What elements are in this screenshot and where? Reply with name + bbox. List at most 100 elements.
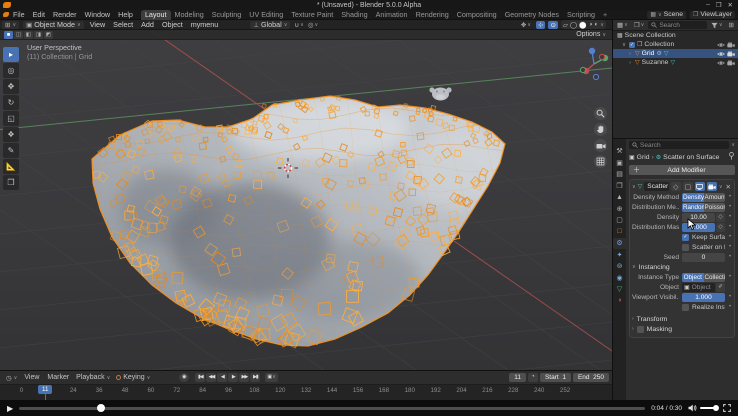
prev-keyframe-button[interactable]: ◀◀: [206, 373, 216, 382]
add-workspace-tab[interactable]: +: [599, 10, 611, 20]
hide-eye-icon[interactable]: [717, 51, 725, 57]
auto-keyframe-toggle[interactable]: ◉: [179, 373, 189, 382]
scene-selector[interactable]: ▦ ∨ Scene: [647, 11, 686, 19]
snap-magnet-toggle[interactable]: ∪∨: [292, 21, 305, 29]
edit-mode-toggle[interactable]: ◇: [671, 182, 681, 191]
select-mode-2[interactable]: ◧: [24, 31, 33, 39]
timeline-menu-view[interactable]: View: [20, 374, 43, 381]
decorator-dot[interactable]: •: [728, 234, 732, 240]
tool-rotate[interactable]: ↻: [3, 95, 19, 110]
workspace-tab-scripting[interactable]: Scripting: [563, 10, 599, 20]
decorator-dot[interactable]: •: [728, 274, 732, 280]
scatter-on-instances-checkbox[interactable]: [682, 244, 689, 251]
panel-collapse-caret[interactable]: ›: [632, 316, 634, 322]
camera-view-icon[interactable]: [594, 139, 607, 152]
shading-rendered-button[interactable]: ◐: [594, 21, 598, 28]
masking-header[interactable]: Masking: [647, 326, 672, 333]
navigation-gizmo[interactable]: [580, 48, 608, 80]
tool-add-cube[interactable]: ❒: [3, 175, 19, 190]
disable-render-camera-icon[interactable]: [727, 51, 735, 57]
workspace-tab-shading[interactable]: Shading: [337, 10, 371, 20]
xray-toggle[interactable]: ▱: [563, 21, 568, 29]
volume-slider[interactable]: [700, 407, 717, 410]
shading-material-button[interactable]: ◑: [588, 21, 592, 28]
pan-hand-icon[interactable]: [594, 123, 607, 136]
tool-select-box[interactable]: ▸: [3, 47, 19, 62]
decorator-dot[interactable]: •: [728, 244, 732, 250]
properties-tab-tool[interactable]: ⚒: [613, 146, 626, 157]
menu-file[interactable]: File: [9, 10, 29, 19]
panel-collapse-caret[interactable]: ›: [632, 326, 634, 332]
properties-tab-output[interactable]: ▤: [613, 169, 626, 180]
maximize-button[interactable]: ❐: [716, 1, 722, 9]
keying-popover[interactable]: Keying∨: [113, 374, 153, 381]
hide-eye-icon[interactable]: [717, 60, 725, 66]
workspace-tab-texture-paint[interactable]: Texture Paint: [287, 10, 337, 20]
play-button[interactable]: ▶: [228, 373, 238, 382]
keep-surface-checkbox[interactable]: ✓: [682, 234, 689, 241]
select-mode-4[interactable]: ◩: [44, 31, 53, 39]
workspace-tab-sculpting[interactable]: Sculpting: [208, 10, 246, 20]
select-mode-0[interactable]: ■: [4, 31, 13, 39]
viewport-menu-object[interactable]: Object: [158, 20, 187, 29]
workspace-tab-rendering[interactable]: Rendering: [412, 10, 453, 20]
frame-end-field[interactable]: End 250: [573, 373, 609, 382]
frame-start-field[interactable]: Start 1: [540, 373, 571, 382]
object-picker-field[interactable]: ▣ Object: [682, 283, 715, 292]
menu-window[interactable]: Window: [81, 10, 115, 19]
modifier-name-field[interactable]: Scatter on ...: [644, 182, 669, 191]
collection-filter-dropdown[interactable]: ❒∨: [632, 21, 647, 29]
transform-header[interactable]: Transform: [637, 316, 668, 323]
properties-tab-particles[interactable]: ✦: [613, 250, 626, 261]
timeline-menu-marker[interactable]: Marker: [43, 374, 73, 381]
proportional-edit-toggle[interactable]: ◎∨: [306, 21, 320, 29]
realtime-display-toggle[interactable]: [695, 182, 705, 191]
panel-collapse-caret[interactable]: ∨: [632, 264, 636, 270]
new-collection-button[interactable]: ⊞: [727, 21, 736, 29]
realize-instances-checkbox[interactable]: [682, 304, 689, 311]
properties-tab-collection[interactable]: ▢: [613, 215, 626, 226]
disable-render-camera-icon[interactable]: [727, 42, 735, 48]
viewport-menu-view[interactable]: View: [86, 20, 109, 29]
minimize-button[interactable]: –: [706, 1, 710, 9]
jump-to-start-button[interactable]: ▮◀: [195, 373, 205, 382]
properties-tab-physics[interactable]: ⊚: [613, 261, 626, 272]
workspace-tab-uv-editing[interactable]: UV Editing: [245, 10, 287, 20]
timeline-ruler[interactable]: 0122436486072849610812013214415616818019…: [0, 385, 612, 401]
shading-solid-button[interactable]: ⬤: [579, 21, 586, 29]
current-frame-field[interactable]: 11: [509, 373, 526, 382]
playback-popover[interactable]: Playback∨: [73, 374, 113, 381]
display-mode-dropdown[interactable]: ▦∨: [615, 21, 630, 29]
next-keyframe-button[interactable]: ▶▶: [239, 373, 249, 382]
properties-tab-modifiers[interactable]: ⚙: [613, 238, 626, 249]
playhead[interactable]: 11: [38, 385, 52, 394]
editor-type-dropdown[interactable]: ⊞ ∨: [2, 21, 19, 29]
viewport-menu-mymenu[interactable]: mymenu: [187, 20, 223, 29]
tool-measure[interactable]: 📐: [3, 159, 19, 174]
add-modifier-button[interactable]: ＋ Add Modifier: [629, 165, 735, 175]
expand-caret-icon[interactable]: ›: [627, 60, 633, 66]
density-value-field[interactable]: 10.00: [682, 213, 715, 222]
filter-funnel-icon[interactable]: ∨: [709, 22, 725, 29]
show-overlays-toggle[interactable]: ⊙: [548, 21, 557, 29]
decorator-dot[interactable]: •: [728, 204, 732, 210]
workspace-tab-compositing[interactable]: Compositing: [453, 10, 501, 20]
decorator-dot[interactable]: •: [728, 224, 732, 230]
decorator-dot[interactable]: •: [728, 294, 732, 300]
properties-search-input[interactable]: Search: [629, 141, 729, 149]
jump-to-end-button[interactable]: ▶▮: [250, 373, 260, 382]
density-option[interactable]: Density: [682, 193, 704, 202]
decorator-dot[interactable]: •: [728, 254, 732, 260]
properties-tab-scene[interactable]: ▲: [613, 192, 626, 203]
suzanne-object[interactable]: [429, 87, 451, 100]
tool-cursor[interactable]: ◎: [3, 63, 19, 78]
workspace-tab-layout[interactable]: Layout: [141, 10, 171, 20]
properties-tab-render[interactable]: ▣: [613, 158, 626, 169]
volume-icon[interactable]: [688, 404, 697, 412]
menu-render[interactable]: Render: [49, 10, 81, 19]
workspace-tab-geometry-nodes[interactable]: Geometry Nodes: [501, 10, 563, 20]
preview-range-clock-icon[interactable]: ◔: [528, 373, 538, 382]
hide-eye-icon[interactable]: [717, 42, 725, 48]
pin-icon[interactable]: [728, 152, 735, 162]
masking-checkbox[interactable]: [637, 326, 644, 333]
